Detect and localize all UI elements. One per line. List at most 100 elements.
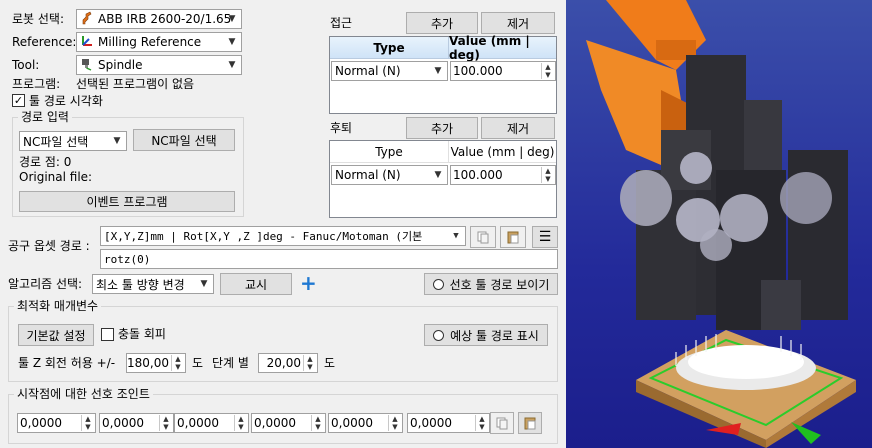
joint-3-spinbox[interactable]: 0,0000 ▲ ▼ xyxy=(174,413,249,433)
retract-col-value: Value (mm | deg) xyxy=(448,141,556,163)
show-toolpath-label: 툴 경로 시각화 xyxy=(29,94,103,108)
spin-arrows-icon[interactable]: ▲ ▼ xyxy=(159,415,172,431)
chevron-down-icon: ▼ xyxy=(434,66,442,76)
path-input-title: 경로 입력 xyxy=(18,110,72,124)
retract-table: Type Value (mm | deg) Normal (N) ▼ 100.0… xyxy=(329,140,557,218)
step-unit: 도 xyxy=(324,356,336,370)
radio-icon xyxy=(433,329,445,341)
show-expected-path-button[interactable]: 예상 툴 경로 표시 xyxy=(424,324,548,346)
joint-2-spinbox[interactable]: 0,0000 ▲ ▼ xyxy=(99,413,174,433)
spin-arrows-icon[interactable]: ▲ ▼ xyxy=(171,355,184,371)
retract-col-type: Type xyxy=(330,141,448,163)
tool-offset-select-value: [X,Y,Z]mm | Rot[X,Y ,Z ]deg - Fanuc/Moto… xyxy=(104,230,423,243)
optimization-title: 최적화 매개변수 xyxy=(14,299,102,313)
spin-arrows-icon[interactable]: ▲ ▼ xyxy=(81,415,94,431)
retract-label: 후퇴 xyxy=(330,121,353,135)
reference-frame-icon xyxy=(80,34,94,51)
spindle-icon xyxy=(80,57,94,74)
default-values-button[interactable]: 기본값 설정 xyxy=(18,324,94,346)
nc-file-select[interactable]: NC파일 선택 ▼ xyxy=(19,131,127,151)
joint-6-value: 0,0000 xyxy=(410,416,452,430)
approach-col-value: Value (mm | deg) xyxy=(448,34,556,62)
algorithm-label: 알고리즘 선택: xyxy=(8,277,83,291)
tool-offset-input[interactable]: rotz(0) xyxy=(100,249,558,269)
chevron-down-icon: ▼ xyxy=(434,170,442,180)
program-label: 프로그램: xyxy=(12,77,61,91)
joints-paste-button[interactable] xyxy=(518,412,542,434)
approach-remove-button[interactable]: 제거 xyxy=(481,12,555,34)
show-preferred-path-label: 선호 툴 경로 보이기 xyxy=(449,277,550,292)
robot-select[interactable]: ABB IRB 2600-20/1.65 ▼ xyxy=(76,9,242,29)
tool-label: Tool: xyxy=(12,58,40,72)
program-value: 선택된 프로그램이 없음 xyxy=(76,77,195,91)
spin-arrows-icon[interactable]: ▲ ▼ xyxy=(475,415,488,431)
joint-6-spinbox[interactable]: 0,0000 ▲ ▼ xyxy=(407,413,490,433)
robot-scene-graphic xyxy=(586,0,856,448)
retract-type-select[interactable]: Normal (N) ▼ xyxy=(331,165,448,185)
retract-add-button[interactable]: 추가 xyxy=(406,117,478,139)
algorithm-value: 최소 툴 방향 변경 xyxy=(96,277,185,292)
show-toolpath-checkbox[interactable]: ✓ xyxy=(12,94,25,107)
retract-value-spinbox[interactable]: 100.000 ▲ ▼ xyxy=(450,165,556,185)
robot-value: ABB IRB 2600-20/1.65 xyxy=(98,12,232,26)
copy-button[interactable] xyxy=(470,226,496,248)
preferred-joints-title: 시작점에 대한 선호 조인트 xyxy=(14,387,153,401)
robot-icon xyxy=(80,11,94,28)
approach-value-spinbox[interactable]: 100.000 ▲ ▼ xyxy=(450,61,556,81)
retract-remove-button[interactable]: 제거 xyxy=(481,117,555,139)
joint-1-value: 0,0000 xyxy=(20,416,62,430)
spin-arrows-icon[interactable]: ▲ ▼ xyxy=(541,63,554,79)
tool-offset-label: 공구 옵셋 경로 : xyxy=(8,239,90,253)
spin-arrows-icon[interactable]: ▲ ▼ xyxy=(303,355,316,371)
tool-select[interactable]: Spindle ▼ xyxy=(76,55,242,75)
joint-4-spinbox[interactable]: 0,0000 ▲ ▼ xyxy=(251,413,326,433)
step-spinbox[interactable]: 20,00 ▲ ▼ xyxy=(258,353,318,373)
joint-1-spinbox[interactable]: 0,0000 ▲ ▼ xyxy=(17,413,96,433)
path-points-label: 경로 점: 0 xyxy=(19,155,72,169)
spin-arrows-icon[interactable]: ▲ ▼ xyxy=(311,415,324,431)
teach-button[interactable]: 교시 xyxy=(220,273,292,295)
paste-icon xyxy=(524,417,536,430)
copy-icon xyxy=(477,231,489,244)
approach-label: 접근 xyxy=(330,16,353,30)
spin-arrows-icon[interactable]: ▲ ▼ xyxy=(388,415,401,431)
original-file-label: Original file: xyxy=(19,170,93,184)
reference-label: Reference: xyxy=(12,35,77,49)
joints-copy-button[interactable] xyxy=(490,412,514,434)
menu-button[interactable]: ☰ xyxy=(532,226,558,248)
approach-type-select[interactable]: Normal (N) ▼ xyxy=(331,61,448,81)
chevron-down-icon: ▼ xyxy=(228,14,236,24)
joint-4-value: 0,0000 xyxy=(254,416,296,430)
nc-file-button[interactable]: NC파일 선택 xyxy=(133,129,235,151)
collision-avoid-checkbox[interactable] xyxy=(101,328,114,341)
nc-file-select-value: NC파일 선택 xyxy=(23,134,89,149)
show-preferred-path-button[interactable]: 선호 툴 경로 보이기 xyxy=(424,273,558,295)
3d-viewport[interactable] xyxy=(566,0,872,448)
rotz-spinbox[interactable]: 180,00 ▲ ▼ xyxy=(126,353,186,373)
event-program-button[interactable]: 이벤트 프로그램 xyxy=(19,191,235,212)
tool-offset-select[interactable]: [X,Y,Z]mm | Rot[X,Y ,Z ]deg - Fanuc/Moto… xyxy=(100,226,466,246)
rotz-label: 툴 Z 회전 허용 +/- xyxy=(18,356,116,370)
approach-type-value: Normal (N) xyxy=(335,64,401,78)
chevron-down-icon: ▼ xyxy=(113,136,121,146)
spin-arrows-icon[interactable]: ▲ ▼ xyxy=(234,415,247,431)
joint-2-value: 0,0000 xyxy=(102,416,144,430)
approach-add-button[interactable]: 추가 xyxy=(406,12,478,34)
reference-select[interactable]: Milling Reference ▼ xyxy=(76,32,242,52)
rotz-unit: 도 xyxy=(192,356,204,370)
radio-icon xyxy=(432,278,444,290)
paste-icon xyxy=(507,231,519,244)
step-label: 단계 별 xyxy=(212,356,249,370)
plus-icon[interactable]: + xyxy=(300,272,317,294)
paste-button[interactable] xyxy=(500,226,526,248)
spin-arrows-icon[interactable]: ▲ ▼ xyxy=(541,167,554,183)
joint-5-spinbox[interactable]: 0,0000 ▲ ▼ xyxy=(328,413,403,433)
approach-col-type: Type xyxy=(330,37,448,59)
tool-offset-text: rotz(0) xyxy=(104,252,151,266)
chevron-down-icon: ▼ xyxy=(228,37,236,47)
retract-type-value: Normal (N) xyxy=(335,168,401,182)
rotz-value: 180,00 xyxy=(127,356,169,370)
collision-avoid-label: 충돌 회피 xyxy=(118,327,166,341)
algorithm-select[interactable]: 최소 툴 방향 변경 ▼ xyxy=(92,274,214,294)
hamburger-icon: ☰ xyxy=(538,229,552,245)
